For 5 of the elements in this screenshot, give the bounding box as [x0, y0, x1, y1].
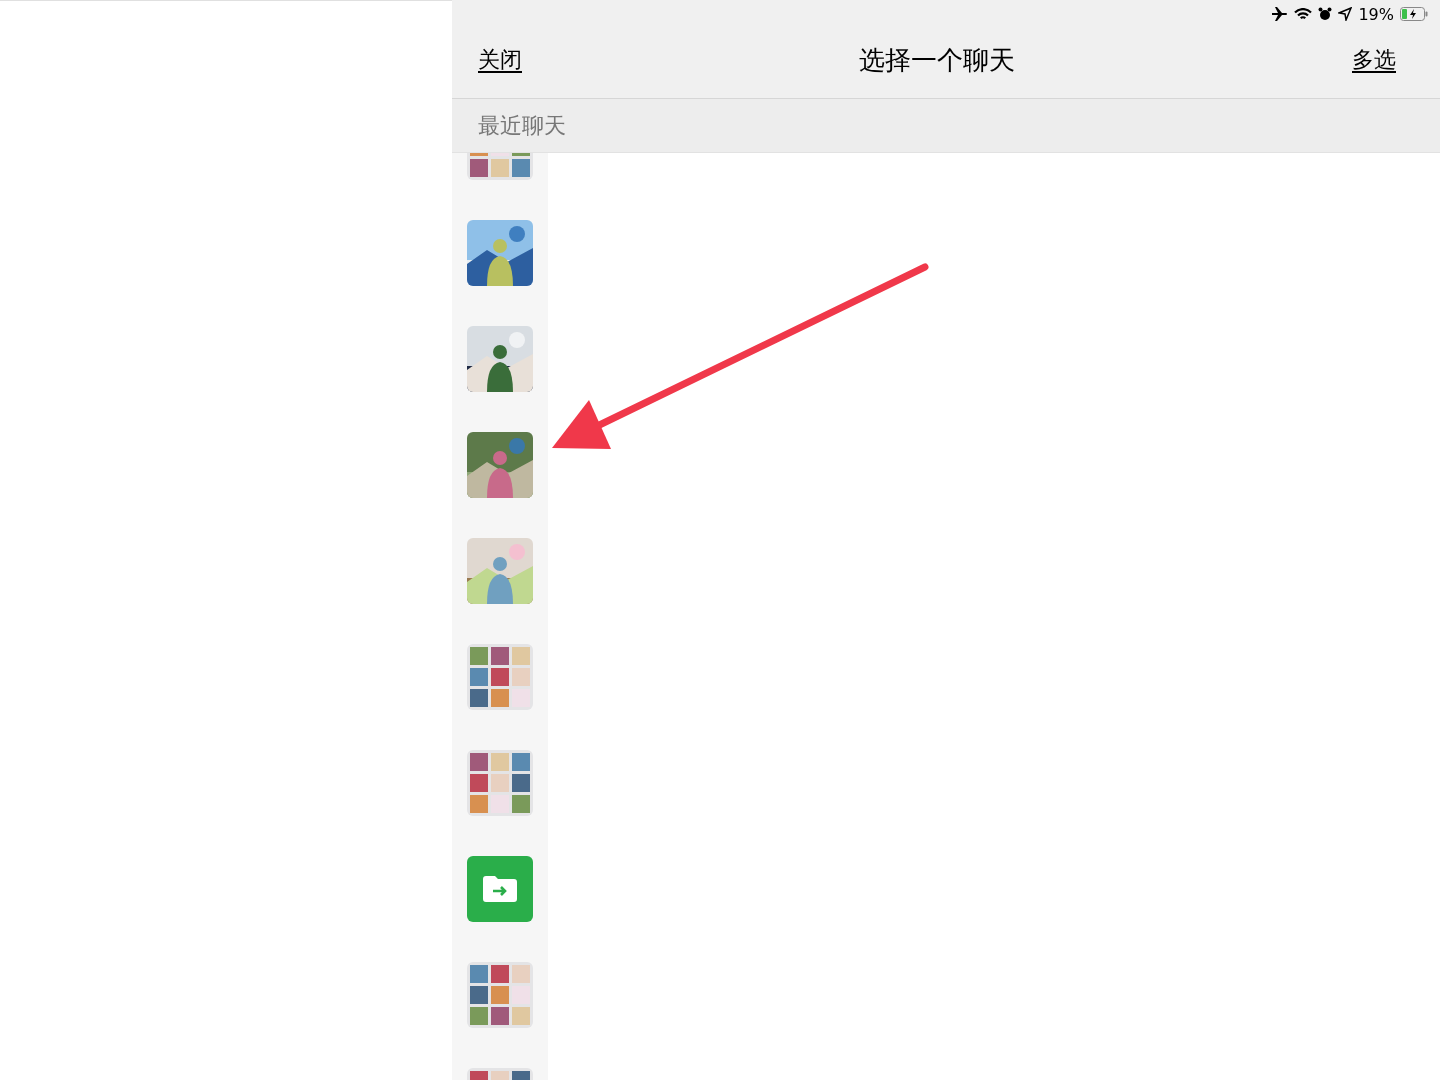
- multi-select-button[interactable]: 多选: [1352, 45, 1396, 75]
- page-title: 选择一个聊天: [859, 43, 1015, 77]
- battery-percentage: 19%: [1358, 4, 1394, 24]
- section-title: 最近聊天: [478, 111, 566, 140]
- close-button[interactable]: 关闭: [478, 45, 522, 75]
